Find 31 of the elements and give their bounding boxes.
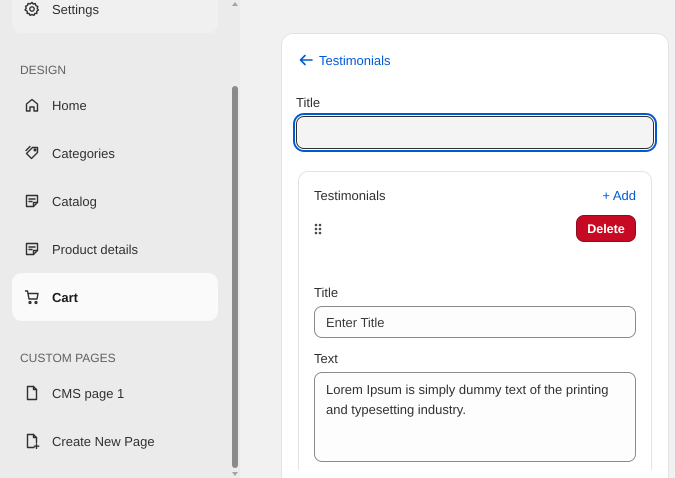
- nav-item[interactable]: Home: [12, 81, 218, 129]
- home-icon: [24, 97, 40, 113]
- nav-item[interactable]: Settings: [12, 0, 218, 33]
- tag-icon: [24, 145, 40, 161]
- nav-item[interactable]: Create New Page: [12, 417, 218, 465]
- text-area[interactable]: Lorem Ipsum is simply dummy text of the printing and typesetting industry.: [314, 372, 636, 462]
- field-label: Title: [296, 95, 322, 110]
- title-input[interactable]: [296, 116, 654, 149]
- page-plus-icon: [24, 433, 40, 449]
- cart-icon: [24, 289, 40, 305]
- nav-item[interactable]: Categories: [12, 129, 218, 177]
- field-label: Title: [314, 285, 340, 300]
- section-heading: CUSTOM PAGES: [20, 350, 117, 367]
- title-input[interactable]: Enter Title: [314, 306, 636, 338]
- note-icon: [24, 241, 40, 257]
- nav-item[interactable]: Cart: [12, 273, 218, 321]
- group-heading: Testimonials: [314, 188, 386, 203]
- field-label: Text: [314, 351, 339, 366]
- section-heading: DESIGN: [20, 62, 68, 79]
- drag-handle-icon[interactable]: [314, 222, 322, 234]
- note-icon: [24, 193, 40, 209]
- page-icon: [24, 385, 40, 401]
- back-link[interactable]: Testimonials: [299, 50, 391, 70]
- nav-item[interactable]: Product details: [12, 225, 218, 273]
- nav-item[interactable]: Catalog: [12, 177, 218, 225]
- add-link[interactable]: + Add: [602, 188, 636, 203]
- settings-icon: [24, 1, 40, 17]
- scrollbar[interactable]: [230, 0, 240, 478]
- delete-button[interactable]: Delete: [576, 215, 636, 242]
- nav-item[interactable]: CMS page 1: [12, 369, 218, 417]
- back-arrow-icon: [299, 54, 313, 66]
